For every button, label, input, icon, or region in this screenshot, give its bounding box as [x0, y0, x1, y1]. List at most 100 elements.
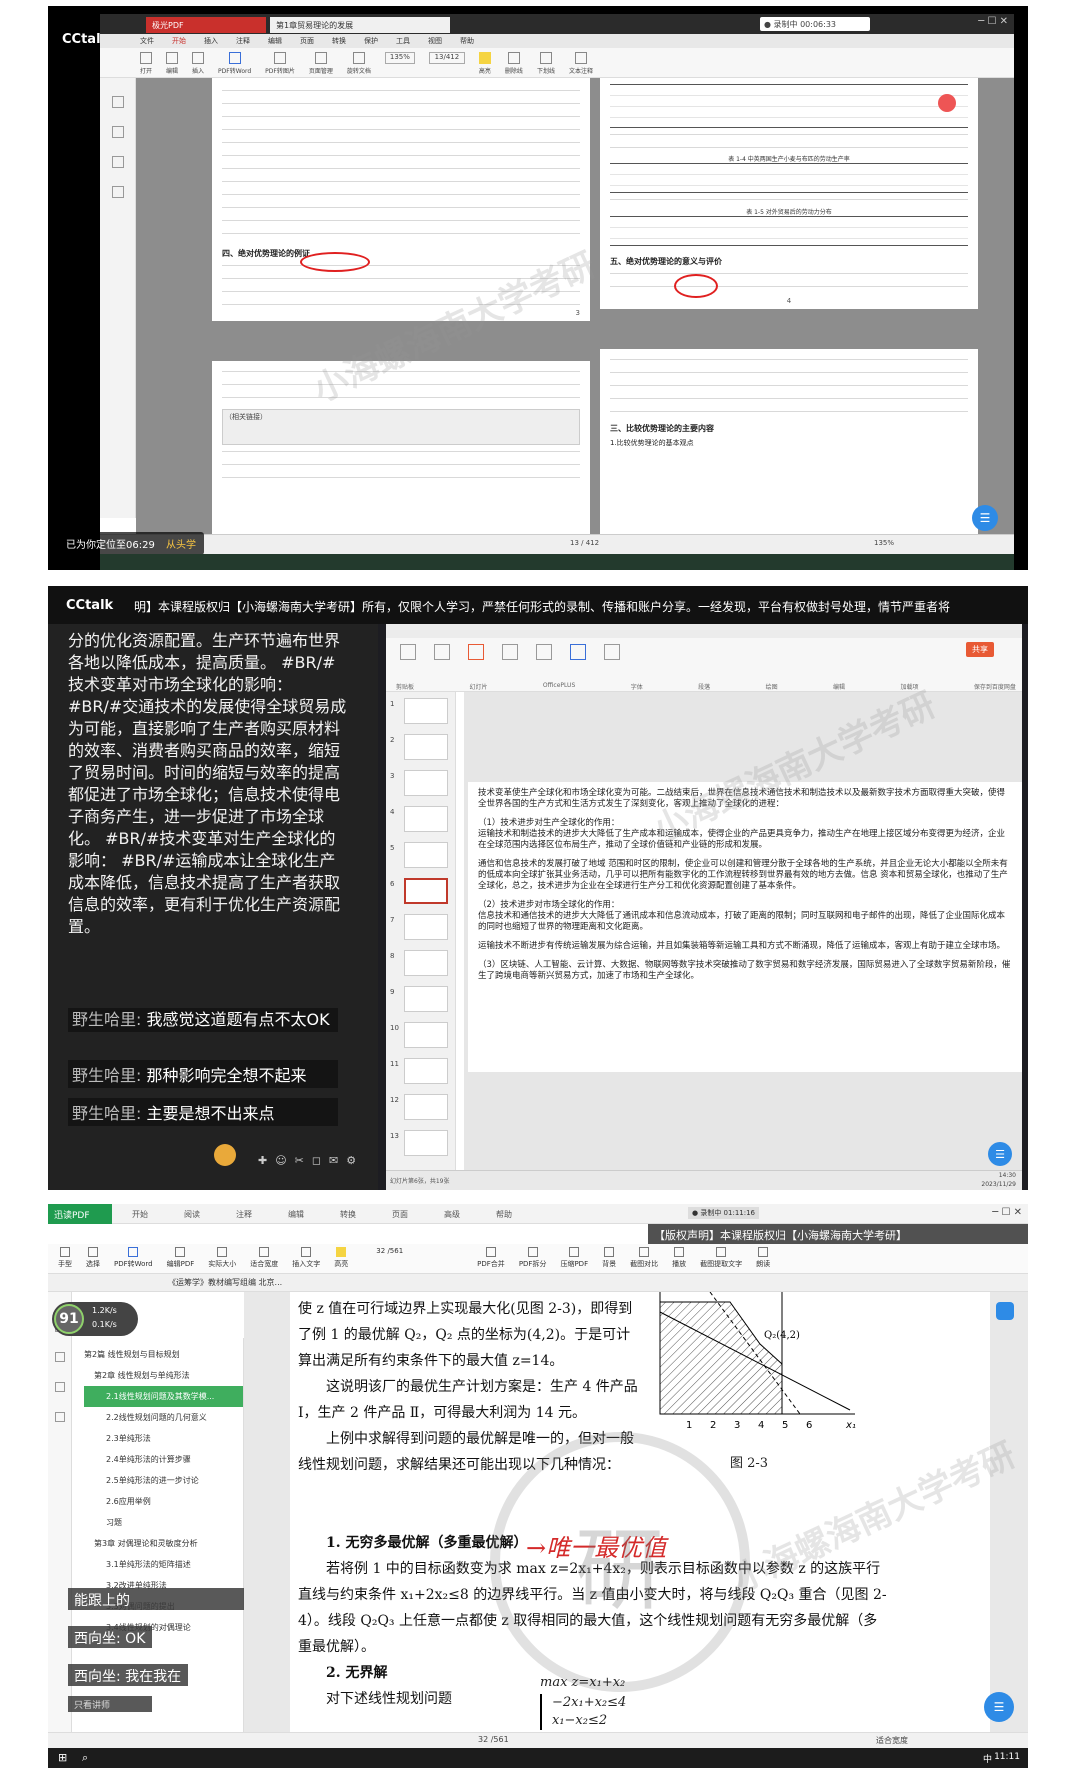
- slide-thumbnail[interactable]: 8: [390, 950, 452, 980]
- tool-background[interactable]: 背景: [602, 1247, 616, 1273]
- thumbnail-icon[interactable]: [54, 1352, 65, 1362]
- slide-thumbnail[interactable]: 1: [390, 698, 452, 728]
- toc-item[interactable]: 2.3单纯形法: [84, 1428, 243, 1449]
- tool-pdf-to-image[interactable]: PDF转图片: [265, 52, 295, 77]
- tool-compress[interactable]: 压缩PDF: [560, 1247, 588, 1273]
- menu-edit[interactable]: 编辑: [288, 1209, 304, 1220]
- menu-convert[interactable]: 转换: [340, 1209, 356, 1220]
- tool-play[interactable]: 播放: [672, 1247, 686, 1273]
- toc-item[interactable]: 习题: [84, 1512, 243, 1533]
- tool-fit-width[interactable]: 适合宽度: [250, 1247, 278, 1273]
- teacher-only-toggle[interactable]: 只看讲师: [68, 1696, 152, 1712]
- status-fit-width[interactable]: 适合宽度: [876, 1735, 908, 1746]
- menu-insert[interactable]: 插入: [204, 34, 218, 48]
- toc-item[interactable]: 2.1线性规划问题及其数学模...: [84, 1386, 243, 1407]
- toc-item[interactable]: 第3章 对偶理论和灵敏度分析: [84, 1533, 243, 1554]
- tool-text-note[interactable]: 文本注释: [569, 52, 593, 77]
- tool-read-aloud[interactable]: 朗读: [756, 1247, 770, 1273]
- window-controls[interactable]: ─ ☐ ✕: [978, 16, 1008, 27]
- menu-home[interactable]: 开始: [172, 34, 186, 48]
- slide-thumbnail[interactable]: 12: [390, 1094, 452, 1124]
- status-zoom[interactable]: 135%: [874, 539, 894, 547]
- tool-compare[interactable]: 截图对比: [630, 1247, 658, 1273]
- paste-icon[interactable]: [400, 644, 416, 660]
- menu-page[interactable]: 页面: [300, 34, 314, 48]
- tool-highlight[interactable]: 高亮: [334, 1247, 348, 1273]
- menu-file[interactable]: 文件: [140, 34, 154, 48]
- status-page[interactable]: 13 / 412: [570, 539, 599, 547]
- chat-bubble-icon[interactable]: ☰: [984, 1692, 1014, 1722]
- menu-start[interactable]: 开始: [132, 1209, 148, 1220]
- record-button[interactable]: [938, 94, 956, 112]
- tool-edit[interactable]: 编辑: [166, 52, 178, 77]
- window-controls[interactable]: ─ ☐ ✕: [992, 1207, 1022, 1218]
- share-button[interactable]: 共享: [966, 642, 994, 657]
- slide-thumbnail[interactable]: 3: [390, 770, 452, 800]
- tool-strikethrough[interactable]: 删除线: [505, 52, 523, 77]
- menu-annotate[interactable]: 注释: [236, 1209, 252, 1220]
- officeplus-icon[interactable]: [468, 644, 484, 660]
- menu-advanced[interactable]: 高级: [444, 1209, 460, 1220]
- menu-page[interactable]: 页面: [392, 1209, 408, 1220]
- menu-help[interactable]: 帮助: [460, 34, 474, 48]
- avatar[interactable]: [214, 1144, 236, 1166]
- menu-read[interactable]: 阅读: [184, 1209, 200, 1220]
- tool-page-manage[interactable]: 页面管理: [309, 52, 333, 77]
- chat-action-icons[interactable]: ✚☺✂◻✉⚙: [258, 1154, 364, 1167]
- tool-insert-text[interactable]: 插入文字: [292, 1247, 320, 1273]
- new-slide-icon[interactable]: [434, 644, 450, 660]
- slide-thumbnail[interactable]: 6: [390, 878, 452, 908]
- menu-edit[interactable]: 编辑: [268, 34, 282, 48]
- tool-ocr[interactable]: 截图提取文字: [700, 1247, 742, 1273]
- slide-thumbnail[interactable]: 11: [390, 1058, 452, 1088]
- shapes-icon[interactable]: [570, 644, 586, 660]
- floating-tool-icon[interactable]: [996, 1302, 1014, 1320]
- ime-indicator[interactable]: 中: [983, 1752, 992, 1765]
- slide-thumbnail[interactable]: 13: [390, 1130, 452, 1160]
- chat-bubble-icon[interactable]: ☰: [988, 1142, 1012, 1166]
- status-page[interactable]: 32 /561: [478, 1735, 509, 1744]
- tab-document[interactable]: 第1章贸易理论的发展: [270, 17, 450, 33]
- tool-pdf-merge[interactable]: PDF合并: [477, 1247, 505, 1273]
- thumbnail-icon[interactable]: [111, 126, 124, 138]
- tool-zoom[interactable]: 135%: [384, 52, 415, 77]
- start-icon[interactable]: ⊞: [58, 1751, 67, 1764]
- tool-pdf-to-word[interactable]: PDF转Word: [218, 52, 251, 77]
- tool-open[interactable]: 打开: [140, 52, 152, 77]
- tool-hand[interactable]: 手型: [58, 1247, 72, 1273]
- menu-tools[interactable]: 工具: [396, 34, 410, 48]
- slide-thumbnail[interactable]: 2: [390, 734, 452, 764]
- search-icon[interactable]: ⌕: [82, 1751, 88, 1765]
- toc-item[interactable]: 第2篇 线性规划与目标规划: [84, 1344, 243, 1365]
- tool-highlight[interactable]: 高亮: [478, 52, 491, 77]
- document-tab[interactable]: 《运筹学》教材编写组编 北京...: [168, 1277, 282, 1288]
- tool-select[interactable]: 选择: [86, 1247, 100, 1273]
- tool-actual-size[interactable]: 实际大小: [208, 1247, 236, 1273]
- menu-view[interactable]: 视图: [428, 34, 442, 48]
- toc-item[interactable]: 2.2线性规划问题的几何意义: [84, 1407, 243, 1428]
- tool-insert[interactable]: 插入: [192, 52, 204, 77]
- tool-pdf-to-word[interactable]: PDF转Word: [114, 1247, 153, 1273]
- tool-page-number[interactable]: 13/412: [428, 52, 465, 77]
- find-icon[interactable]: [604, 644, 620, 660]
- paragraph-icon[interactable]: [536, 644, 552, 660]
- tool-edit-pdf[interactable]: 编辑PDF: [167, 1247, 194, 1273]
- slide-canvas[interactable]: 技术变革使生产全球化和市场全球化变为可能。二战结束后，世界在信息技术通信技术和制…: [468, 782, 1022, 1072]
- search-icon[interactable]: [54, 1412, 65, 1422]
- comment-icon[interactable]: [54, 1382, 65, 1392]
- slide-thumbnail[interactable]: 4: [390, 806, 452, 836]
- toc-item[interactable]: 2.6应用举例: [84, 1491, 243, 1512]
- tool-rotate[interactable]: 旋转文档: [347, 52, 371, 77]
- annotation-icon[interactable]: [111, 156, 124, 168]
- slide-thumbnail[interactable]: 5: [390, 842, 452, 872]
- bookmark-icon[interactable]: [111, 96, 124, 108]
- attachment-icon[interactable]: [111, 186, 124, 198]
- chat-bubble-icon[interactable]: ☰: [972, 505, 998, 531]
- slide-thumbnail[interactable]: 7: [390, 914, 452, 944]
- menu-convert[interactable]: 转换: [332, 34, 346, 48]
- tool-pdf-split[interactable]: PDF拆分: [519, 1247, 546, 1273]
- toc-item[interactable]: 2.5单纯形法的进一步讨论: [84, 1470, 243, 1491]
- menu-protect[interactable]: 保护: [364, 34, 378, 48]
- slide-thumbnail[interactable]: 10: [390, 1022, 452, 1052]
- restart-link[interactable]: 从头学: [166, 540, 196, 551]
